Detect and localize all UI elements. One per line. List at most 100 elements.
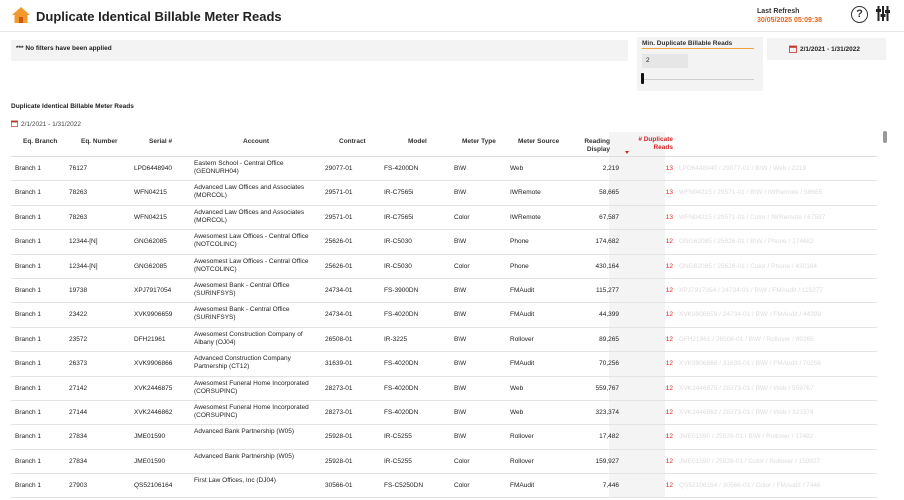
col-header-reading[interactable]: Reading Display [577, 138, 610, 154]
slider-handle[interactable] [641, 73, 644, 84]
col-header-account[interactable]: Account [243, 138, 269, 146]
cell-account: Advanced Bank Partnership (W05) [194, 452, 295, 460]
cell-meter-source: Rollover [510, 433, 534, 441]
cell-number: 27834 [69, 433, 88, 441]
cell-meter-type: Color [454, 482, 470, 490]
table-row[interactable]: Branch 1 23572 DFH21961 Awesomest Construct… [11, 328, 877, 353]
cell-serial: XVK9906659 [134, 311, 173, 319]
cell-branch: Branch 1 [15, 408, 42, 416]
cell-reading: 7,446 [602, 482, 619, 490]
table-row[interactable]: Branch 1 19738 XPJ7917054 Awesomest Bank - … [11, 279, 877, 304]
table-row[interactable]: Branch 1 27903 QS52106164 First Law Offices… [11, 474, 877, 499]
cell-meter-source: FMAudit [510, 360, 535, 368]
cell-detail: GNG62085 / 25626-01 / B\W / Phone / 1746… [679, 238, 814, 246]
cell-model: IR-C5030 [384, 262, 412, 270]
cell-meter-type: B\W [454, 384, 467, 392]
cell-branch: Branch 1 [15, 384, 42, 392]
cell-meter-source: FMAudit [510, 482, 535, 490]
table-row[interactable]: Branch 1 23422 XVK9906659 Awesomest Bank - … [11, 303, 877, 328]
table-scrollbar[interactable] [883, 131, 887, 143]
filter-status-bar: *** No filters have been applied [11, 40, 628, 61]
col-header-duplicates[interactable]: # Duplicate Reads [626, 136, 673, 152]
min-duplicate-slicer: Min. Duplicate Billable Reads 2 [637, 37, 763, 91]
cell-branch: Branch 1 [15, 433, 42, 441]
cell-model: FS-4020DN [384, 384, 419, 392]
cell-number: 26373 [69, 360, 88, 368]
col-header-model[interactable]: Model [408, 138, 427, 146]
cell-number: 78263 [69, 189, 88, 197]
cell-detail: XVK9906659 / 24734-01 / B\W / FMAudit / … [679, 311, 822, 319]
table-row[interactable]: Branch 1 27144 XVK2446862 Awesomest Funeral… [11, 401, 877, 426]
last-refresh: Last Refresh 30/05/2025 05:09:38 [757, 7, 822, 25]
cell-contract: 24734-01 [325, 286, 353, 294]
table-row[interactable]: Branch 1 76127 LPD6448940 Eastern School - … [11, 157, 877, 182]
cell-meter-type: B\W [454, 189, 467, 197]
cell-duplicates: 12 [665, 311, 673, 319]
table-date-label: 2/1/2021 - 1/31/2022 [21, 121, 81, 128]
cell-number: 19738 [69, 286, 88, 294]
cell-meter-source: Phone [510, 238, 529, 246]
cell-model: IR-C7565i [384, 213, 414, 221]
cell-duplicates: 12 [665, 262, 673, 270]
cell-meter-type: B\W [454, 311, 467, 319]
cell-duplicates: 12 [665, 433, 673, 441]
date-range-button[interactable]: 2/1/2021 - 1/31/2022 [767, 38, 886, 60]
cell-serial: XVK2446862 [134, 408, 173, 416]
cell-detail: XPJ7917054 / 24734-01 / B\W / FMAudit / … [679, 286, 824, 294]
col-header-branch[interactable]: Eq. Branch [23, 138, 57, 146]
cell-duplicates: 12 [665, 408, 673, 416]
cell-meter-source: Web [510, 165, 524, 172]
table-row[interactable]: Branch 1 26373 XVK9906866 Advanced Construc… [11, 352, 877, 377]
table-row[interactable]: Branch 1 12344-[N] GNG62085 Awesomest Law O… [11, 230, 877, 255]
table-row[interactable]: Branch 1 78263 WFN04215 Advanced Law Office… [11, 206, 877, 231]
col-header-meter-type[interactable]: Meter Type [462, 138, 496, 146]
cell-detail: LPD6448940 / 29077-01 / B\W / Web / 2219 [679, 165, 807, 172]
cell-branch: Branch 1 [15, 311, 42, 319]
settings-sliders-icon[interactable] [876, 6, 890, 21]
table-row[interactable]: Branch 1 27834 JME01590 Advanced Bank Partn… [11, 450, 877, 475]
cell-reading: 67,587 [599, 213, 619, 221]
cell-contract: 25626-01 [325, 262, 353, 270]
min-duplicate-input[interactable]: 2 [642, 54, 688, 68]
cell-branch: Branch 1 [15, 165, 42, 172]
home-icon[interactable] [11, 6, 31, 24]
cell-reading: 2,219 [602, 165, 619, 172]
table-row[interactable]: Branch 1 27142 XVK2446875 Awesomest Funeral… [11, 377, 877, 401]
cell-branch: Branch 1 [15, 262, 42, 270]
cell-reading: 559,767 [595, 384, 620, 392]
cell-model: FS-C5250DN [384, 482, 424, 490]
slider-track[interactable] [642, 79, 754, 80]
cell-account: Awesomest Funeral Home Incorporated (COR… [194, 379, 309, 395]
col-header-contract[interactable]: Contract [339, 138, 366, 146]
col-header-serial[interactable]: Serial # [149, 138, 172, 146]
cell-contract: 30566-01 [325, 482, 353, 490]
cell-contract: 25928-01 [325, 457, 353, 465]
cell-meter-type: Color [454, 262, 470, 270]
cell-branch: Branch 1 [15, 238, 42, 246]
cell-serial: QS52106164 [134, 482, 173, 490]
cell-account: Awesomest Bank - Central Office (SURINFS… [194, 306, 290, 322]
cell-number: 23422 [69, 311, 88, 319]
help-icon[interactable]: ? [851, 6, 868, 23]
calendar-icon [11, 120, 18, 127]
col-header-meter-source[interactable]: Meter Source [518, 138, 559, 146]
table-row[interactable]: Branch 1 78263 WFN04215 Advanced Law Office… [11, 181, 877, 206]
cell-serial: LPD6448940 [134, 165, 172, 172]
cell-reading: 58,665 [599, 189, 619, 197]
cell-meter-source: IWRemote [510, 213, 541, 221]
cell-meter-type: B\W [454, 408, 467, 416]
cell-reading: 159,927 [595, 457, 620, 465]
cell-reading: 17,482 [599, 433, 619, 441]
cell-account: Awesomest Construction Company of Albany… [194, 330, 303, 346]
cell-meter-source: Phone [510, 262, 529, 270]
col-header-number[interactable]: Eq. Number [81, 138, 117, 146]
cell-reading: 44,399 [599, 311, 619, 319]
cell-account: Awesomest Law Offices - Central Office (… [194, 257, 309, 273]
last-refresh-label: Last Refresh [757, 8, 800, 15]
table-row[interactable]: Branch 1 12344-[N] GNG62085 Awesomest Law O… [11, 255, 877, 279]
table-row[interactable]: Branch 1 27834 JME01590 Advanced Bank Partn… [11, 425, 877, 450]
cell-meter-source: FMAudit [510, 311, 535, 319]
cell-serial: WFN04215 [134, 189, 167, 197]
cell-detail: JME01590 / 25928-01 / B\W / Rollover / 1… [679, 433, 814, 441]
cell-detail: XVK2446862 / 28273-01 / B\W / Web / 3233… [679, 408, 814, 416]
